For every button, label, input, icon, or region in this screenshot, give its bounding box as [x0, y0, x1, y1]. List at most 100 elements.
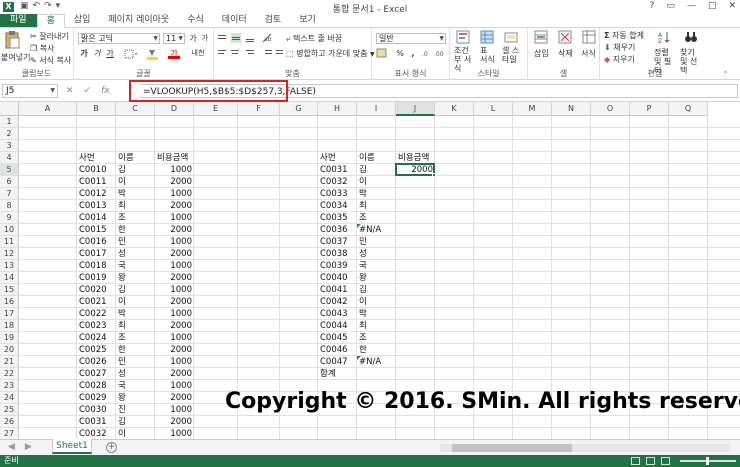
cell-styles-icon[interactable] — [504, 30, 518, 44]
cell[interactable]: C0011 — [77, 176, 116, 188]
cell[interactable]: 조 — [357, 212, 396, 224]
paste-button[interactable]: 붙여넣기 — [1, 52, 30, 63]
cell[interactable]: 김 — [357, 284, 396, 296]
row-header[interactable]: 4 — [0, 152, 19, 164]
cell[interactable]: C0035 — [318, 212, 357, 224]
row-header[interactable]: 26 — [0, 416, 19, 428]
row-header[interactable]: 17 — [0, 308, 19, 320]
row-header[interactable]: 11 — [0, 236, 19, 248]
cell[interactable]: 한 — [357, 344, 396, 356]
cell[interactable]: C0013 — [77, 200, 116, 212]
cell[interactable]: C0028 — [77, 380, 116, 392]
row-header[interactable]: 24 — [0, 392, 19, 404]
conditional-format-icon[interactable] — [456, 30, 470, 44]
cell[interactable]: C0027 — [77, 368, 116, 380]
cell[interactable]: 국 — [357, 260, 396, 272]
row-header[interactable]: 2 — [0, 128, 19, 140]
cell[interactable]: 1000 — [155, 260, 194, 272]
page-layout-view-icon[interactable] — [646, 457, 655, 465]
cancel-icon[interactable]: ✕ — [66, 84, 74, 98]
cell[interactable]: 최 — [357, 200, 396, 212]
format-painter-button[interactable]: ✎ 서식 복사 — [30, 55, 71, 66]
phonetic-button[interactable]: 내천 — [188, 48, 208, 59]
cell[interactable]: 국 — [116, 380, 155, 392]
column-header[interactable]: F — [238, 102, 280, 116]
column-header[interactable]: H — [318, 102, 357, 116]
cell[interactable]: 이 — [357, 176, 396, 188]
cell[interactable]: 김 — [116, 164, 155, 176]
cell[interactable]: 왕 — [357, 272, 396, 284]
percent-button[interactable]: % — [394, 48, 406, 59]
insert-function-icon[interactable]: fx — [101, 84, 110, 98]
cell[interactable]: 진 — [116, 404, 155, 416]
minimize-button[interactable]: — — [687, 1, 696, 11]
cell[interactable]: 1000 — [155, 428, 194, 439]
column-header[interactable]: K — [435, 102, 474, 116]
cell[interactable]: 한 — [116, 344, 155, 356]
row-header[interactable]: 25 — [0, 404, 19, 416]
indent-icon[interactable] — [262, 48, 284, 58]
cell[interactable]: 조 — [357, 332, 396, 344]
cell[interactable]: C0016 — [77, 236, 116, 248]
cell[interactable]: C0037 — [318, 236, 357, 248]
cell[interactable]: 1000 — [155, 212, 194, 224]
tab-formulas[interactable]: 수식 — [178, 14, 213, 27]
cell[interactable]: 김 — [116, 284, 155, 296]
cell[interactable]: 합계 — [318, 368, 357, 380]
column-header[interactable]: O — [591, 102, 630, 116]
cell[interactable]: C0042 — [318, 296, 357, 308]
cell[interactable]: 성 — [116, 368, 155, 380]
row-header[interactable]: 13 — [0, 260, 19, 272]
paste-icon[interactable] — [4, 30, 20, 50]
cell[interactable]: 1000 — [155, 356, 194, 368]
horizontal-scrollbar[interactable] — [440, 444, 730, 452]
row-header[interactable]: 1 — [0, 116, 19, 128]
column-header[interactable]: L — [474, 102, 513, 116]
font-size-select[interactable]: 11 ▼ — [163, 33, 185, 44]
row-header[interactable]: 10 — [0, 224, 19, 236]
cell[interactable]: C0045 — [318, 332, 357, 344]
cell[interactable]: 2000 — [155, 392, 194, 404]
row-header[interactable]: 12 — [0, 248, 19, 260]
italic-button[interactable]: 가 — [91, 48, 103, 59]
cell[interactable]: 왕 — [116, 392, 155, 404]
accounting-format-icon[interactable] — [376, 48, 390, 58]
cell[interactable]: 조 — [116, 332, 155, 344]
cell[interactable]: 왕 — [116, 272, 155, 284]
cell[interactable]: 민 — [357, 236, 396, 248]
row-header[interactable]: 20 — [0, 344, 19, 356]
cell[interactable]: 2000 — [155, 200, 194, 212]
cell[interactable]: 2000 — [155, 416, 194, 428]
collapse-ribbon-icon[interactable]: ⌃ — [722, 70, 729, 79]
vertical-align-icon[interactable] — [218, 33, 258, 43]
enter-icon[interactable]: ✓ — [84, 84, 92, 98]
column-header[interactable]: P — [630, 102, 669, 116]
fill-color-icon[interactable] — [146, 48, 162, 60]
add-sheet-button[interactable]: + — [106, 442, 117, 453]
cell[interactable]: 1000 — [155, 284, 194, 296]
row-header[interactable]: 16 — [0, 296, 19, 308]
format-cells-button[interactable]: 서식 — [581, 48, 596, 59]
zoom-slider[interactable] — [680, 457, 736, 465]
cell[interactable]: C0030 — [77, 404, 116, 416]
cell[interactable]: C0033 — [318, 188, 357, 200]
cell[interactable]: C0031 — [318, 164, 357, 176]
row-header[interactable]: 3 — [0, 140, 19, 152]
cell[interactable]: 최 — [357, 320, 396, 332]
page-break-view-icon[interactable] — [661, 457, 670, 465]
cell[interactable]: C0029 — [77, 392, 116, 404]
cell[interactable]: C0019 — [77, 272, 116, 284]
cell[interactable]: 2000 — [155, 320, 194, 332]
row-header[interactable]: 7 — [0, 188, 19, 200]
select-all-corner[interactable] — [0, 102, 19, 116]
tab-data[interactable]: 데이터 — [213, 14, 256, 27]
cell[interactable]: C0044 — [318, 320, 357, 332]
cell[interactable]: 박 — [357, 188, 396, 200]
row-header[interactable]: 22 — [0, 368, 19, 380]
ribbon-display-button[interactable]: ▭ — [666, 1, 675, 11]
format-table-icon[interactable] — [480, 30, 494, 44]
cell[interactable]: 최 — [116, 320, 155, 332]
cell[interactable]: C0018 — [77, 260, 116, 272]
cell[interactable]: 성 — [357, 248, 396, 260]
format-cells-icon[interactable] — [582, 30, 596, 44]
